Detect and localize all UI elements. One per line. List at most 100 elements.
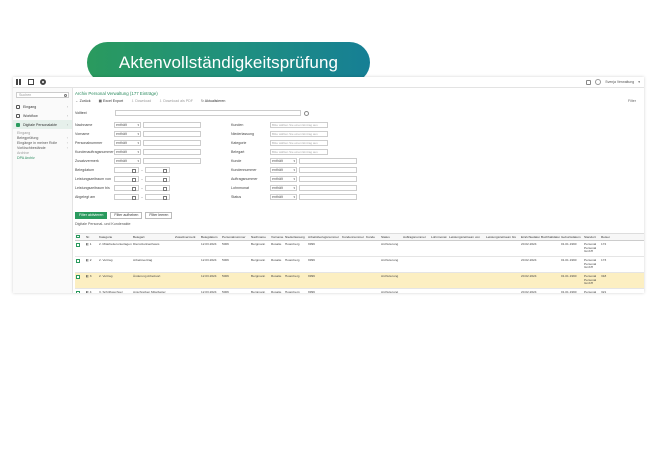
- operator-select[interactable]: enthält: [114, 158, 141, 164]
- toolbar-button-5[interactable]: ↻ Aktualisieren: [201, 99, 225, 103]
- sidebar-item-1[interactable]: Eingang ›: [13, 102, 72, 111]
- search-icon[interactable]: [64, 94, 67, 97]
- operator-select[interactable]: enthält: [114, 131, 141, 137]
- column-header[interactable]: Nr.: [85, 235, 98, 239]
- column-header[interactable]: Lohnmonat: [430, 235, 448, 239]
- user-name[interactable]: Svenja Verwaltung: [605, 80, 634, 84]
- toolbar-button-1[interactable]: ← Zurück: [75, 99, 91, 103]
- column-header[interactable]: Kategorie: [98, 235, 132, 239]
- date-from-input[interactable]: [114, 194, 139, 200]
- row-checkbox[interactable]: [76, 259, 80, 263]
- table-row[interactable]: ◧ 1 2. Mitarbeiterunterlagen Dienstzeitnac…: [75, 241, 644, 257]
- breadcrumb[interactable]: Archiv Personal Verwaltung (177 Einträge…: [75, 91, 158, 96]
- sidebar-subitem[interactable]: DPA Archiv: [13, 156, 72, 161]
- column-header[interactable]: Belegart: [132, 235, 174, 239]
- multiselect-input[interactable]: Bitte wählen Sie einen Eintrag aus: [270, 122, 328, 128]
- table-cell: [365, 273, 380, 288]
- help-icon[interactable]: [304, 110, 309, 116]
- user-menu-chevron-icon[interactable]: ▾: [638, 80, 640, 84]
- table-cell: ◧ 2: [85, 257, 98, 272]
- date-from-input[interactable]: [114, 167, 139, 173]
- column-header[interactable]: Auftragsnummer: [402, 235, 430, 239]
- multiselect-input[interactable]: Bitte wählen Sie einen Eintrag aus: [270, 140, 328, 146]
- user-avatar-icon[interactable]: [595, 79, 602, 85]
- document-icon[interactable]: [28, 79, 34, 85]
- row-checkbox[interactable]: [76, 291, 80, 293]
- filter-button-2[interactable]: Filter aufheben: [110, 212, 143, 219]
- filter-button-3[interactable]: Filter leeren: [145, 212, 173, 219]
- toolbar-label: Zurück: [79, 99, 91, 103]
- column-header[interactable]: Zusatzvermerk: [174, 235, 200, 239]
- column-header[interactable]: Geburtsdatum: [560, 235, 583, 239]
- table-row[interactable]: ◧ 4 3. Schriftwechsel Anschreiben Mitarbei…: [75, 289, 644, 293]
- filter-value-input[interactable]: [143, 158, 201, 164]
- filter-value-input[interactable]: [143, 131, 201, 137]
- row-checkbox[interactable]: [76, 275, 80, 279]
- multiselect-input[interactable]: Bitte wählen Sie einen Eintrag aus: [270, 149, 328, 155]
- filter-row: Niederlassung Bitte wählen Sie einen Eint…: [231, 131, 328, 137]
- sidebar-item-3[interactable]: Digitale Personalakte ›: [13, 120, 72, 129]
- toolbar-button-3[interactable]: ⇩ Download: [131, 99, 151, 103]
- column-header[interactable]: Nachname: [250, 235, 270, 239]
- fulltext-input[interactable]: [115, 110, 301, 116]
- date-to-input[interactable]: [145, 194, 170, 200]
- date-from-input[interactable]: [114, 176, 139, 182]
- filter-value-input[interactable]: [299, 158, 357, 164]
- operator-select[interactable]: enthält: [270, 194, 297, 200]
- filter-button-1[interactable]: Filter aktivieren: [75, 212, 108, 219]
- operator-select[interactable]: enthält: [114, 149, 141, 155]
- column-header[interactable]: Status: [380, 235, 402, 239]
- notifications-icon[interactable]: [586, 79, 592, 85]
- column-header[interactable]: Standort: [583, 235, 600, 239]
- filter-value-input[interactable]: [299, 176, 357, 182]
- row-checkbox[interactable]: [76, 243, 80, 247]
- column-header[interactable]: Leistungszeitraum von: [448, 235, 485, 239]
- column-header[interactable]: Kundennummer: [341, 235, 365, 239]
- operator-select[interactable]: enthält: [114, 122, 141, 128]
- toolbar-button-2[interactable]: ▦ Excel Export: [99, 99, 124, 103]
- date-to-input[interactable]: [145, 185, 170, 191]
- column-header[interactable]: [75, 234, 85, 240]
- filter-value-input[interactable]: [143, 122, 201, 128]
- settings-gear-icon[interactable]: [40, 79, 46, 85]
- filter-row: Zusatzvermerk enthält: [75, 158, 201, 164]
- column-header[interactable]: Kunde: [365, 235, 380, 239]
- date-from-input[interactable]: [114, 185, 139, 191]
- toolbar-button-4[interactable]: ⇩ Download als PDF: [159, 99, 193, 103]
- column-header[interactable]: Vorname: [270, 235, 284, 239]
- date-to-input[interactable]: [145, 167, 170, 173]
- table-cell: 12.03.2024: [201, 290, 217, 293]
- table-cell: Bergmann: [251, 290, 266, 293]
- table-row[interactable]: ◧ 3 2. Vertrag Änderung Arbeitsort 12.03.20…: [75, 273, 644, 289]
- column-header[interactable]: Belegdatum: [200, 235, 221, 239]
- filter-value-input[interactable]: [143, 140, 201, 146]
- sidebar-item-2[interactable]: Workflow ›: [13, 111, 72, 120]
- column-header[interactable]: Einrichtedatum: [520, 235, 540, 239]
- date-to-input[interactable]: [145, 176, 170, 182]
- column-header[interactable]: Buchhaltdatum: [540, 235, 560, 239]
- table-cell: [430, 289, 448, 293]
- filter-toggle[interactable]: Filter: [628, 99, 636, 103]
- filter-value-input[interactable]: [143, 149, 201, 155]
- operator-select[interactable]: enthält: [270, 167, 297, 173]
- saved-filter-label[interactable]: Digitale Personal- und Kundenakte: [75, 222, 131, 226]
- sidebar-search-input[interactable]: Suchen: [16, 92, 69, 98]
- apps-grid-icon[interactable]: [16, 79, 22, 85]
- table-row[interactable]: ◧ 2 2. Vertrag Arbeitsvertrag 12.03.2024 500…: [75, 257, 644, 273]
- filter-value-input[interactable]: [299, 167, 357, 173]
- column-header[interactable]: Personalnummer: [221, 235, 250, 239]
- select-all-checkbox[interactable]: [76, 234, 80, 239]
- column-header[interactable]: Reisen: [600, 235, 610, 239]
- filter-value-input[interactable]: [299, 185, 357, 191]
- table-cell: [341, 289, 365, 293]
- multiselect-input[interactable]: Bitte wählen Sie einen Eintrag aus: [270, 131, 328, 137]
- filter-value-input[interactable]: [299, 194, 357, 200]
- operator-select[interactable]: enthält: [270, 176, 297, 182]
- column-header[interactable]: Niederlassung: [284, 235, 307, 239]
- operator-select[interactable]: enthält: [270, 185, 297, 191]
- column-header[interactable]: Leistungszeitraum bis: [485, 235, 520, 239]
- operator-select[interactable]: enthält: [114, 140, 141, 146]
- filter-label: Auftragsnummer: [231, 177, 258, 181]
- column-header[interactable]: Arbeitsbezugsnummer: [307, 235, 341, 239]
- operator-select[interactable]: enthält: [270, 158, 297, 164]
